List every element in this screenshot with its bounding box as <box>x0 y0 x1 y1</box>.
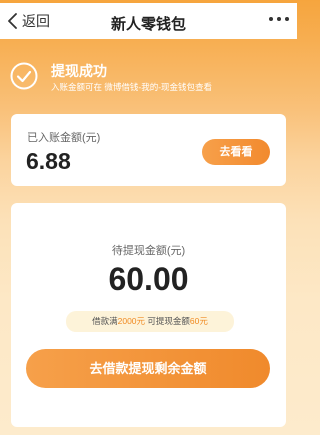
pending-amount-label: 待提现金额(元) <box>111 245 186 257</box>
hint-withdraw-amount: 60元 <box>189 316 208 326</box>
view-wallet-button[interactable]: 去看看 <box>202 139 270 165</box>
success-subtitle: 入账金额可在 微博借钱-我的-现金钱包查看 <box>51 82 213 92</box>
credited-amount-label: 已入账金额(元) <box>27 132 101 144</box>
credited-amount-value: 6.88 <box>26 148 71 174</box>
credited-amount-card: 已入账金额(元) 6.88 去看看 <box>11 114 286 186</box>
pending-withdraw-card: 待提现金额(元) 60.00 借款满2000元 可提现金额60元 去借款提现剩余… <box>11 203 286 427</box>
more-dot <box>269 17 273 21</box>
hint-loan-amount: 2000元 <box>117 316 146 326</box>
hint-prefix: 借款满 <box>92 316 118 326</box>
borrow-withdraw-button[interactable]: 去借款提现剩余金额 <box>26 349 270 388</box>
navbar: 返回 新人零钱包 <box>0 3 297 39</box>
withdraw-condition-hint: 借款满2000元 可提现金额60元 <box>66 311 234 332</box>
hint-middle: 可提现金额 <box>145 316 190 326</box>
more-dot <box>285 17 289 21</box>
more-dot <box>277 17 281 21</box>
success-title: 提现成功 <box>51 63 107 79</box>
more-dots-icon[interactable] <box>269 16 289 22</box>
page-title: 新人零钱包 <box>110 16 186 33</box>
check-circle-icon <box>10 62 38 90</box>
pending-amount-value: 60.00 <box>108 261 189 297</box>
